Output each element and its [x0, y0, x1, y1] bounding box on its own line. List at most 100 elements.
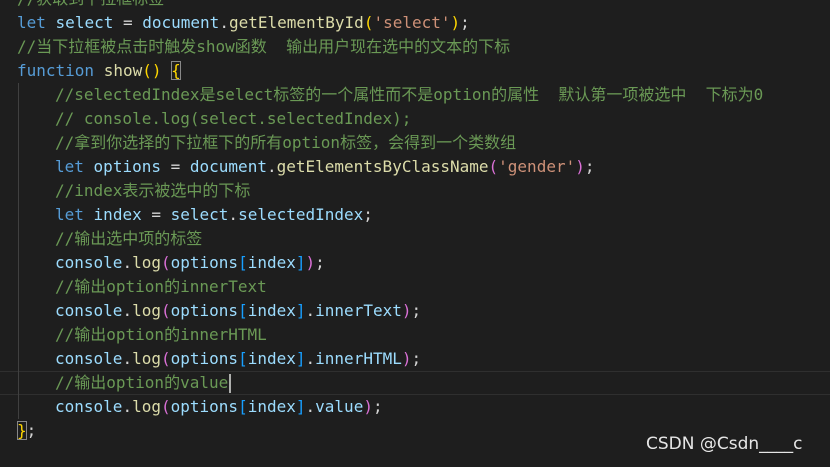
code-punctuation: .: [122, 349, 133, 368]
code-punctuation: [162, 61, 172, 80]
indent-guide: [18, 131, 19, 155]
code-bracket: ): [363, 397, 373, 416]
code-line[interactable]: let index = select.selectedIndex;: [0, 203, 830, 227]
code-identifier: options: [93, 157, 161, 176]
code-line[interactable]: let select = document.getElementById('se…: [0, 11, 830, 35]
code-bracket: (: [488, 157, 499, 176]
code-function-name: log: [132, 253, 161, 272]
code-keyword: let: [55, 157, 84, 176]
code-comment: //index表示被选中的下标: [55, 181, 251, 200]
code-comment: //输出option的innerHTML: [55, 325, 267, 344]
code-line[interactable]: //输出option的innerHTML: [0, 323, 830, 347]
code-punctuation: .: [219, 13, 229, 32]
code-identifier: options: [170, 301, 239, 320]
code-comment: // console.log(select.selectedIndex);: [55, 109, 412, 128]
code-identifier: index: [247, 301, 296, 320]
code-area[interactable]: //获取到下拉框标签let select = document.getEleme…: [0, 0, 830, 443]
code-bracket: ): [401, 349, 412, 368]
code-bracket: (: [160, 349, 171, 368]
code-bracket: (: [142, 61, 152, 80]
code-line[interactable]: console.log(options[index]);: [0, 251, 830, 275]
indent-guide: [18, 299, 19, 323]
code-punctuation: .: [122, 301, 133, 320]
code-function-name: log: [132, 301, 161, 320]
code-identifier: index: [247, 397, 296, 416]
code-function-name: log: [132, 397, 161, 416]
code-bracket: [: [238, 397, 248, 416]
code-keyword: let: [55, 205, 84, 224]
code-line[interactable]: // console.log(select.selectedIndex);: [0, 107, 830, 131]
code-bracket: ): [575, 157, 585, 176]
code-comment: //获取到下拉框标签: [17, 0, 164, 8]
code-comment: //selectedIndex是select标签的一个属性而不是option的属…: [55, 85, 764, 104]
code-comment: //当下拉框被点击时触发show函数 输出用户现在选中的文本的下标: [17, 37, 511, 56]
code-line[interactable]: let options = document.getElementsByClas…: [0, 155, 830, 179]
code-punctuation: =: [113, 13, 143, 32]
code-bracket: ]: [295, 301, 306, 320]
code-bracket: [: [238, 301, 248, 320]
code-line[interactable]: //index表示被选中的下标: [0, 179, 830, 203]
indent-guide: [18, 251, 19, 275]
code-bracket-matched: }: [17, 421, 27, 440]
code-identifier: select: [170, 205, 229, 224]
code-punctuation: .: [122, 397, 133, 416]
indent-guide: [18, 179, 19, 203]
indent-guide: [18, 395, 19, 419]
code-punctuation: .: [266, 157, 277, 176]
code-bracket: ]: [295, 253, 306, 272]
indent-guide: [18, 275, 19, 299]
code-punctuation: ;: [411, 301, 422, 320]
code-identifier: innerText: [315, 301, 402, 320]
code-function-name: show: [103, 61, 143, 80]
code-keyword: function: [17, 61, 95, 80]
code-identifier: document: [189, 157, 267, 176]
code-punctuation: =: [141, 205, 171, 224]
code-line[interactable]: //输出选中项的标签: [0, 227, 830, 251]
code-string: 'gender': [498, 157, 576, 176]
code-punctuation: ;: [26, 421, 37, 440]
code-punctuation: [84, 157, 94, 176]
code-identifier: options: [170, 397, 239, 416]
code-bracket: (: [363, 13, 374, 32]
code-line[interactable]: //selectedIndex是select标签的一个属性而不是option的属…: [0, 83, 830, 107]
indent-guide: [18, 227, 19, 251]
indent-guide: [18, 155, 19, 179]
code-identifier: innerHTML: [315, 349, 402, 368]
indent-guide: [18, 371, 19, 395]
code-identifier: options: [170, 349, 239, 368]
code-identifier: options: [170, 253, 239, 272]
watermark: CSDN @Csdn____c: [646, 434, 803, 454]
code-punctuation: ;: [584, 157, 595, 176]
code-bracket: [: [238, 253, 248, 272]
code-bracket: ): [305, 253, 316, 272]
code-line[interactable]: console.log(options[index].innerHTML);: [0, 347, 830, 371]
code-identifier: index: [247, 253, 296, 272]
code-keyword: let: [17, 13, 46, 32]
code-bracket-matched: {: [171, 61, 181, 80]
code-bracket: (: [160, 301, 171, 320]
code-identifier: value: [315, 397, 364, 416]
code-function-name: getElementsByClassName: [276, 157, 489, 176]
code-line[interactable]: //拿到你选择的下拉框下的所有option标签，会得到一个类数组: [0, 131, 830, 155]
code-editor[interactable]: //获取到下拉框标签let select = document.getEleme…: [0, 0, 830, 467]
code-line[interactable]: console.log(options[index].innerText);: [0, 299, 830, 323]
code-identifier: index: [247, 349, 296, 368]
code-line[interactable]: console.log(options[index].value);: [0, 395, 830, 419]
code-punctuation: ;: [372, 397, 383, 416]
code-identifier: document: [142, 13, 220, 32]
code-identifier: select: [55, 13, 114, 32]
indent-guide: [18, 83, 19, 107]
indent-guide: [18, 323, 19, 347]
code-punctuation: [94, 61, 104, 80]
code-punctuation: .: [305, 397, 316, 416]
code-punctuation: [46, 13, 56, 32]
code-function-name: log: [132, 349, 161, 368]
code-line[interactable]: //当下拉框被点击时触发show函数 输出用户现在选中的文本的下标: [0, 35, 830, 59]
code-line[interactable]: //输出option的innerText: [0, 275, 830, 299]
code-line[interactable]: function show() {: [0, 59, 830, 83]
code-line[interactable]: //输出option的value: [0, 371, 830, 395]
code-punctuation: =: [160, 157, 190, 176]
code-line[interactable]: //获取到下拉框标签: [0, 0, 830, 11]
code-punctuation: ;: [411, 349, 422, 368]
code-bracket: ): [151, 61, 162, 80]
